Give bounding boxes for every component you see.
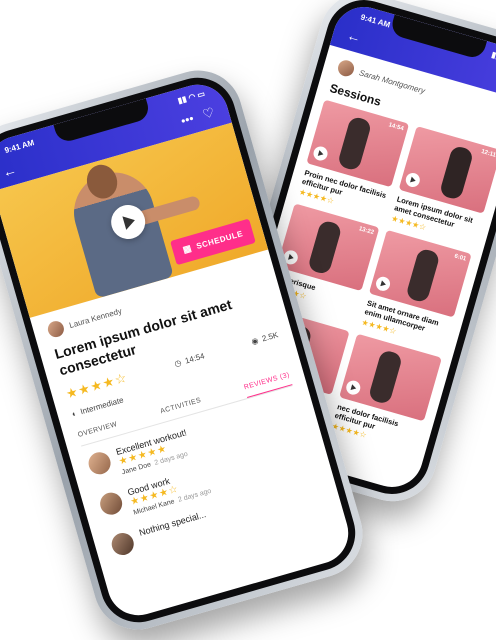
- session-duration: 13:22: [358, 226, 375, 237]
- eye-icon: ◉: [250, 335, 260, 346]
- workout-views: 2.5K: [260, 329, 280, 343]
- play-icon[interactable]: [344, 378, 362, 397]
- session-card[interactable]: 12:11 Lorem ipsum dolor sit amet consect…: [389, 126, 496, 246]
- session-card[interactable]: 6:01 Sit amet ornare diam enim ullamcorp…: [360, 229, 472, 350]
- play-icon[interactable]: [311, 144, 330, 163]
- clock-icon: ◷: [173, 357, 183, 369]
- calendar-icon: ▦: [181, 242, 194, 255]
- play-icon[interactable]: [374, 275, 392, 293]
- heart-icon[interactable]: ♡: [201, 104, 217, 123]
- level-icon: ◐: [70, 408, 78, 419]
- back-arrow-icon[interactable]: ←: [1, 161, 19, 180]
- reviewer-avatar: [97, 490, 125, 518]
- session-duration: 6:01: [453, 253, 467, 263]
- back-arrow-icon[interactable]: ←: [345, 27, 363, 46]
- more-icon[interactable]: •••: [179, 111, 195, 128]
- play-icon[interactable]: [404, 171, 422, 189]
- reviewer-avatar: [85, 449, 114, 477]
- session-duration: 12:11: [480, 148, 496, 159]
- reviewer-avatar: [109, 530, 137, 558]
- workout-duration: 14:54: [183, 350, 206, 366]
- schedule-label: SCHEDULE: [195, 229, 244, 251]
- instructor-avatar: [336, 58, 356, 79]
- session-duration: 14:54: [387, 122, 405, 133]
- session-card[interactable]: nec dolor facilisis efficitur pur ★★★★☆: [330, 333, 442, 454]
- instructor-avatar: [45, 319, 66, 339]
